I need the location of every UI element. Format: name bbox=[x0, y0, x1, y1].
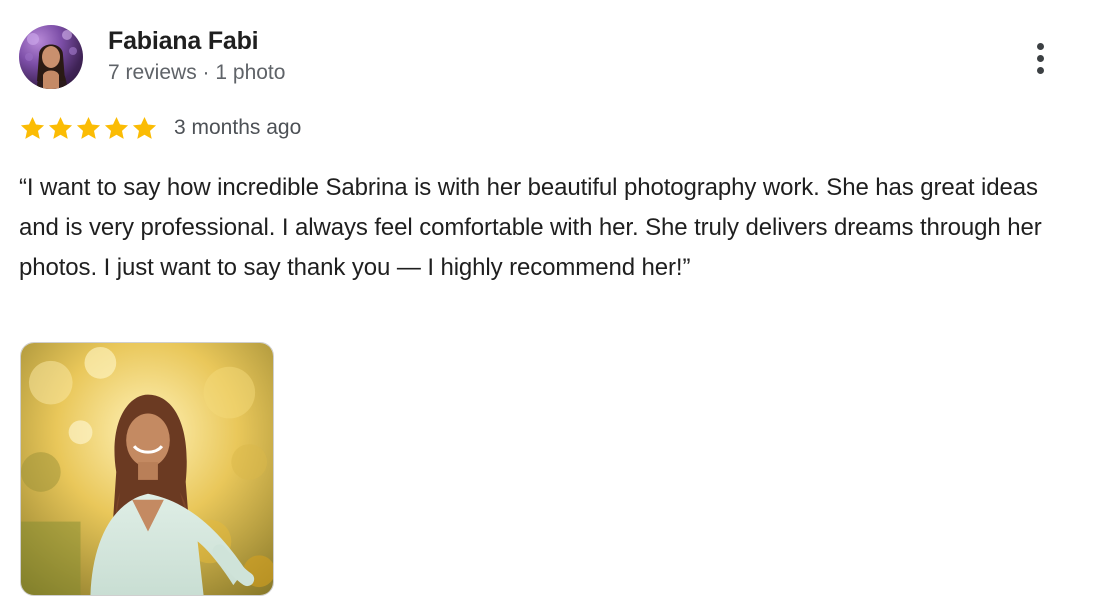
review-date: 3 months ago bbox=[174, 116, 302, 139]
star-icon bbox=[76, 116, 101, 139]
review-text: “I want to say how incredible Sabrina is… bbox=[19, 174, 1042, 281]
more-vert-icon bbox=[1036, 42, 1044, 74]
rating-row: 3 months ago bbox=[19, 113, 301, 143]
star-icon bbox=[104, 116, 129, 139]
photos-count: 1 photo bbox=[215, 61, 286, 84]
star-icon bbox=[48, 116, 73, 139]
author-meta: 7 reviews · 1 photo bbox=[108, 61, 285, 85]
review-card: Fabiana Fabi 7 reviews · 1 photo 3 month… bbox=[0, 0, 1096, 598]
meta-separator: · bbox=[196, 61, 216, 84]
avatar-photo bbox=[25, 30, 77, 89]
author-avatar[interactable] bbox=[19, 25, 83, 89]
more-options-button[interactable] bbox=[1020, 36, 1060, 80]
review-photo[interactable] bbox=[20, 342, 274, 596]
star-icon bbox=[132, 116, 157, 139]
star-rating bbox=[19, 115, 158, 142]
author-name[interactable]: Fabiana Fabi bbox=[108, 27, 259, 56]
reviews-count: 7 reviews bbox=[108, 61, 197, 84]
star-icon bbox=[20, 116, 45, 139]
review-photo-image bbox=[21, 343, 273, 595]
